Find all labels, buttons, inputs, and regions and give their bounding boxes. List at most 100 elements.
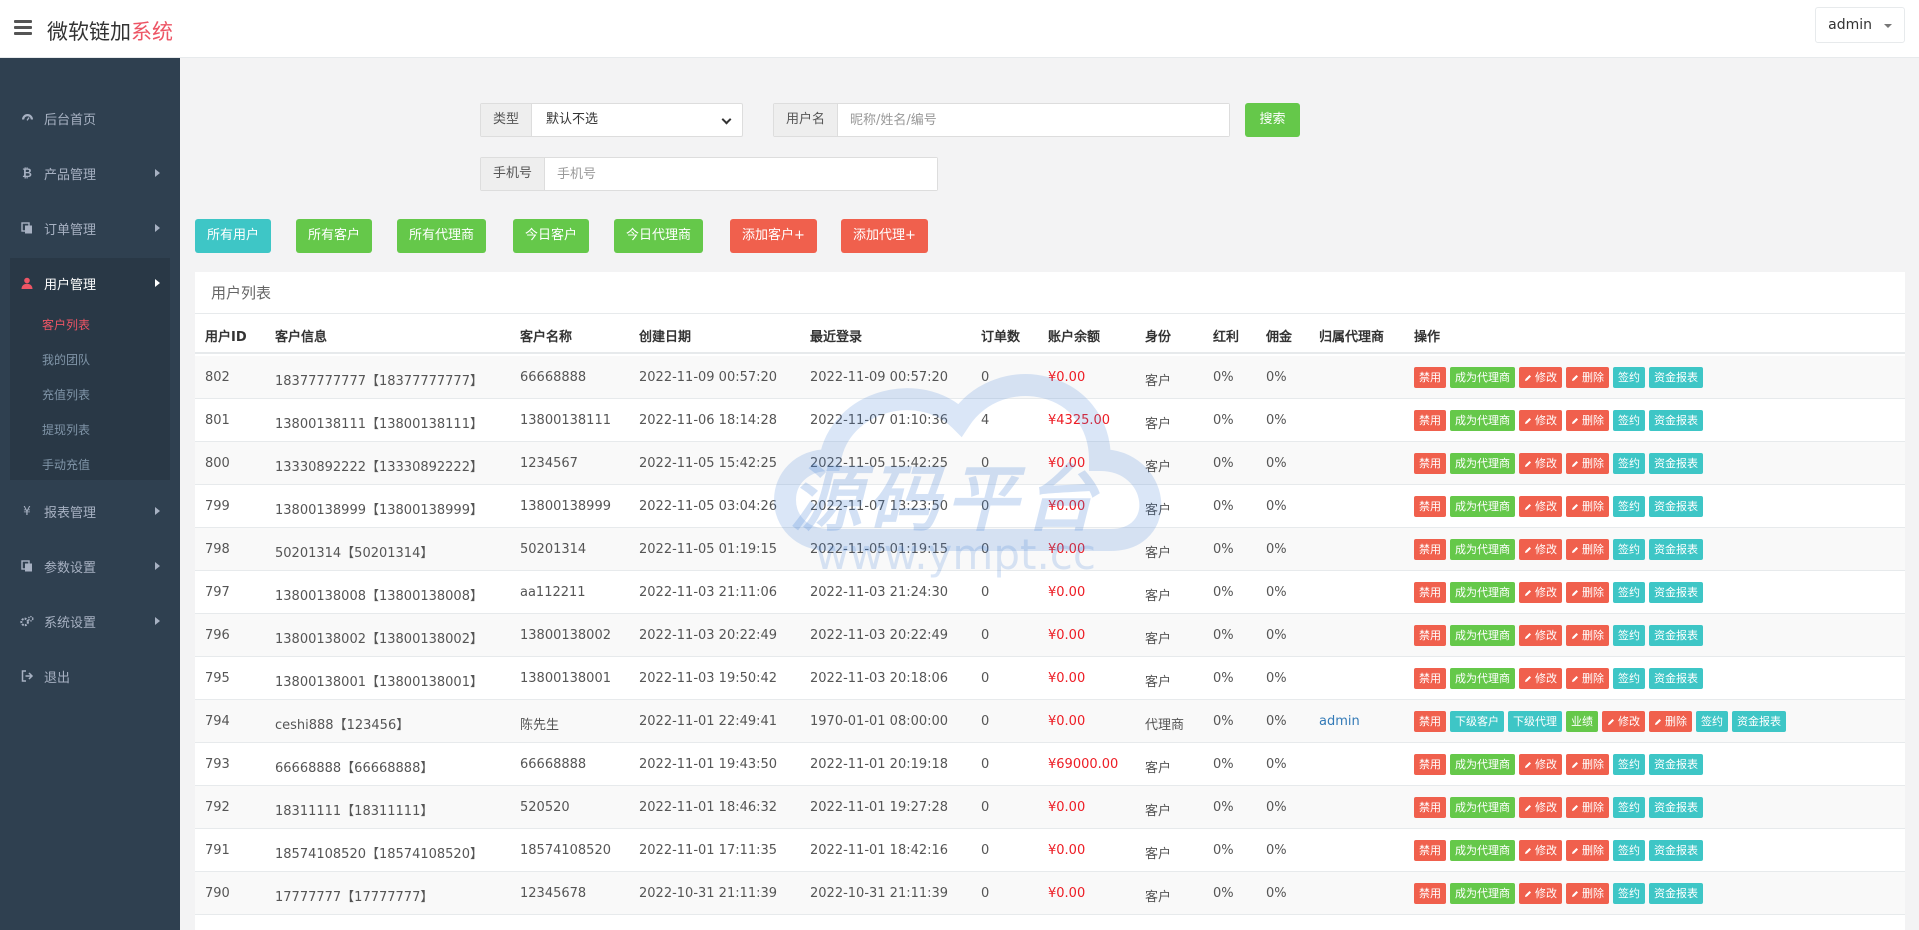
type-select[interactable]: 默认不选 <box>532 104 742 136</box>
nav-logout[interactable]: 退出 <box>0 653 180 699</box>
nav-params[interactable]: 参数设置 <box>0 543 180 589</box>
action-button[interactable]: 资金报表 <box>1649 797 1703 818</box>
action-button[interactable]: 签约 <box>1613 625 1645 646</box>
filter-all-customers-button[interactable]: 所有客户 <box>296 219 373 253</box>
sub-item-my-team[interactable]: 我的团队 <box>42 351 90 368</box>
action-button[interactable]: 删除 <box>1566 883 1609 904</box>
action-button[interactable]: 修改 <box>1519 754 1562 775</box>
action-button[interactable]: 禁用 <box>1414 668 1446 689</box>
filter-all-users-button[interactable]: 所有用户 <box>195 219 272 253</box>
sub-item-withdraw-list[interactable]: 提现列表 <box>42 421 90 438</box>
action-button[interactable]: 成为代理商 <box>1450 754 1515 775</box>
action-button[interactable]: 修改 <box>1519 883 1562 904</box>
action-button[interactable]: 成为代理商 <box>1450 797 1515 818</box>
action-button[interactable]: 资金报表 <box>1649 883 1703 904</box>
user-menu-button[interactable]: admin <box>1815 7 1905 43</box>
action-button[interactable]: 删除 <box>1566 410 1609 431</box>
action-button[interactable]: 禁用 <box>1414 453 1446 474</box>
action-button[interactable]: 禁用 <box>1414 883 1446 904</box>
action-button[interactable]: 成为代理商 <box>1450 539 1515 560</box>
action-button[interactable]: 成为代理商 <box>1450 883 1515 904</box>
action-button[interactable]: 删除 <box>1566 582 1609 603</box>
filter-today-customers-button[interactable]: 今日客户 <box>513 219 590 253</box>
action-button[interactable]: 修改 <box>1519 410 1562 431</box>
action-button[interactable]: 下级客户 <box>1450 711 1504 732</box>
phone-input[interactable] <box>545 158 937 190</box>
action-button[interactable]: 修改 <box>1519 840 1562 861</box>
action-button[interactable]: 修改 <box>1519 797 1562 818</box>
action-button[interactable]: 删除 <box>1566 453 1609 474</box>
action-button[interactable]: 禁用 <box>1414 754 1446 775</box>
action-button[interactable]: 删除 <box>1566 754 1609 775</box>
action-button[interactable]: 资金报表 <box>1649 410 1703 431</box>
add-agent-button[interactable]: 添加代理+ <box>841 219 928 253</box>
sub-item-manual-recharge[interactable]: 手动充值 <box>42 456 90 473</box>
filter-all-agents-button[interactable]: 所有代理商 <box>397 219 487 253</box>
action-button[interactable]: 成为代理商 <box>1450 367 1515 388</box>
search-button[interactable]: 搜索 <box>1245 103 1300 137</box>
action-button[interactable]: 资金报表 <box>1732 711 1786 732</box>
action-button[interactable]: 删除 <box>1566 797 1609 818</box>
action-button[interactable]: 禁用 <box>1414 797 1446 818</box>
action-button[interactable]: 签约 <box>1613 453 1645 474</box>
sub-item-customer-list[interactable]: 客户列表 <box>42 316 90 333</box>
action-button[interactable]: 资金报表 <box>1649 582 1703 603</box>
action-button[interactable]: 签约 <box>1613 668 1645 689</box>
action-button[interactable]: 删除 <box>1566 496 1609 517</box>
action-button[interactable]: 禁用 <box>1414 840 1446 861</box>
action-button[interactable]: 成为代理商 <box>1450 496 1515 517</box>
action-button[interactable]: 修改 <box>1519 539 1562 560</box>
action-button[interactable]: 成为代理商 <box>1450 840 1515 861</box>
action-button[interactable]: 资金报表 <box>1649 496 1703 517</box>
filter-today-agents-button[interactable]: 今日代理商 <box>614 219 704 253</box>
action-button[interactable]: 资金报表 <box>1649 539 1703 560</box>
action-button[interactable]: 资金报表 <box>1649 453 1703 474</box>
action-button[interactable]: 签约 <box>1613 797 1645 818</box>
action-button[interactable]: 资金报表 <box>1649 625 1703 646</box>
action-button[interactable]: 禁用 <box>1414 539 1446 560</box>
nav-products[interactable]: ₿ 产品管理 <box>0 150 180 196</box>
action-button[interactable]: 删除 <box>1566 668 1609 689</box>
nav-dashboard[interactable]: 后台首页 <box>0 95 180 141</box>
cell-agent[interactable]: admin <box>1319 714 1360 729</box>
action-button[interactable]: 成为代理商 <box>1450 410 1515 431</box>
action-button[interactable]: 成为代理商 <box>1450 582 1515 603</box>
action-button[interactable]: 签约 <box>1613 496 1645 517</box>
action-button[interactable]: 删除 <box>1566 539 1609 560</box>
action-button[interactable]: 成为代理商 <box>1450 625 1515 646</box>
nav-orders[interactable]: 订单管理 <box>0 205 180 251</box>
action-button[interactable]: 资金报表 <box>1649 754 1703 775</box>
action-button[interactable]: 禁用 <box>1414 496 1446 517</box>
action-button[interactable]: 成为代理商 <box>1450 668 1515 689</box>
action-button[interactable]: 禁用 <box>1414 410 1446 431</box>
action-button[interactable]: 签约 <box>1696 711 1728 732</box>
action-button[interactable]: 删除 <box>1566 840 1609 861</box>
nav-reports[interactable]: ¥ 报表管理 <box>0 488 180 534</box>
action-button[interactable]: 资金报表 <box>1649 668 1703 689</box>
action-button[interactable]: 成为代理商 <box>1450 453 1515 474</box>
action-button[interactable]: 禁用 <box>1414 582 1446 603</box>
action-button[interactable]: 修改 <box>1519 496 1562 517</box>
action-button[interactable]: 业绩 <box>1566 711 1598 732</box>
nav-system[interactable]: 系统设置 <box>0 598 180 644</box>
menu-toggle-icon[interactable] <box>14 20 32 36</box>
nav-users[interactable]: 用户管理 <box>0 260 180 306</box>
action-button[interactable]: 删除 <box>1649 711 1692 732</box>
username-input[interactable] <box>838 104 1229 136</box>
action-button[interactable]: 签约 <box>1613 410 1645 431</box>
action-button[interactable]: 签约 <box>1613 840 1645 861</box>
action-button[interactable]: 签约 <box>1613 539 1645 560</box>
action-button[interactable]: 禁用 <box>1414 625 1446 646</box>
action-button[interactable]: 修改 <box>1519 625 1562 646</box>
action-button[interactable]: 签约 <box>1613 582 1645 603</box>
action-button[interactable]: 禁用 <box>1414 367 1446 388</box>
action-button[interactable]: 删除 <box>1566 625 1609 646</box>
action-button[interactable]: 修改 <box>1519 453 1562 474</box>
add-customer-button[interactable]: 添加客户+ <box>730 219 817 253</box>
action-button[interactable]: 修改 <box>1519 367 1562 388</box>
action-button[interactable]: 签约 <box>1613 754 1645 775</box>
action-button[interactable]: 禁用 <box>1414 711 1446 732</box>
action-button[interactable]: 资金报表 <box>1649 367 1703 388</box>
action-button[interactable]: 签约 <box>1613 883 1645 904</box>
action-button[interactable]: 删除 <box>1566 367 1609 388</box>
